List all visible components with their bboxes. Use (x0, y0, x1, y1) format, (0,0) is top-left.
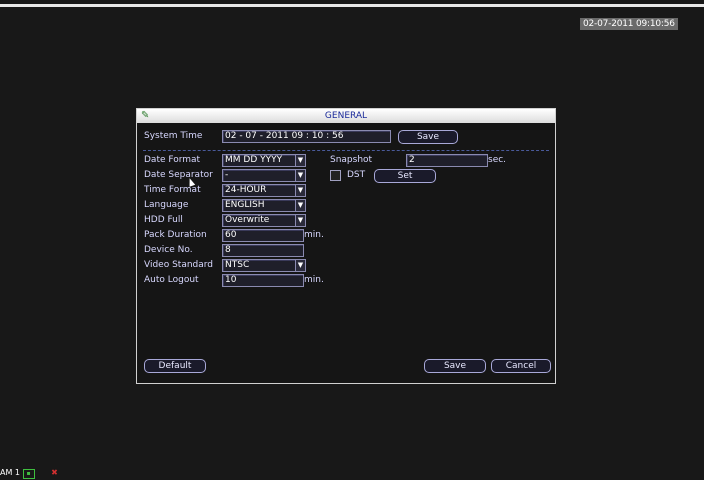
date-separator-select[interactable]: - ▼ (222, 169, 306, 182)
chevron-down-icon[interactable]: ▼ (295, 260, 305, 271)
pack-duration-input[interactable]: 60 (222, 229, 304, 242)
device-no-label: Device No. (144, 245, 193, 255)
hdd-full-label: HDD Full (144, 215, 183, 225)
chevron-down-icon[interactable]: ▼ (295, 215, 305, 226)
camera-status-bar: AM 1 ▪ ✖ (0, 468, 58, 479)
save-time-button[interactable]: Save (398, 130, 458, 144)
chevron-down-icon[interactable]: ▼ (295, 185, 305, 196)
system-time-input[interactable]: 02 - 07 - 2011 09 : 10 : 56 (222, 130, 391, 143)
recording-icon: ▪ (22, 469, 35, 479)
snapshot-unit: sec. (488, 155, 507, 165)
date-format-select[interactable]: MM DD YYYY ▼ (222, 154, 306, 167)
device-no-input[interactable]: 8 (222, 244, 304, 257)
time-format-value: 24-HOUR (225, 185, 267, 195)
time-format-label: Time Format (144, 185, 201, 195)
save-button[interactable]: Save (424, 359, 486, 373)
default-button[interactable]: Default (144, 359, 206, 373)
dst-label: DST (347, 170, 366, 180)
top-divider-line (0, 4, 704, 7)
video-standard-select[interactable]: NTSC ▼ (222, 259, 306, 272)
time-format-select[interactable]: 24-HOUR ▼ (222, 184, 306, 197)
video-standard-label: Video Standard (144, 260, 214, 270)
video-standard-value: NTSC (225, 260, 250, 270)
dst-set-button[interactable]: Set (374, 169, 436, 183)
cancel-button[interactable]: Cancel (491, 359, 551, 373)
general-settings-dialog: ✎ GENERAL System Time 02 - 07 - 2011 09 … (136, 108, 556, 384)
motion-alert-icon: ✖ (51, 468, 58, 477)
pack-duration-unit: min. (304, 230, 324, 240)
auto-logout-label: Auto Logout (144, 275, 199, 285)
snapshot-label: Snapshot (330, 155, 373, 165)
date-format-value: MM DD YYYY (225, 155, 283, 165)
hdd-full-value: Overwrite (225, 215, 270, 225)
pack-duration-label: Pack Duration (144, 230, 207, 240)
chevron-down-icon[interactable]: ▼ (295, 200, 305, 211)
system-time-label: System Time (144, 131, 203, 141)
chevron-down-icon[interactable]: ▼ (295, 170, 305, 181)
auto-logout-input[interactable]: 10 (222, 274, 304, 287)
system-clock: 02-07-2011 09:10:56 (580, 18, 678, 30)
date-separator-value: - (225, 170, 229, 180)
language-select[interactable]: ENGLISH ▼ (222, 199, 306, 212)
dst-checkbox[interactable] (330, 170, 341, 181)
date-format-label: Date Format (144, 155, 201, 165)
dialog-title: GENERAL (324, 111, 368, 121)
language-label: Language (144, 200, 189, 210)
dialog-titlebar: ✎ GENERAL (137, 109, 555, 123)
snapshot-input[interactable]: 2 (406, 154, 488, 167)
language-value: ENGLISH (225, 200, 265, 210)
camera-label: AM 1 (0, 468, 21, 477)
settings-icon: ✎ (141, 110, 150, 121)
section-separator (143, 150, 549, 151)
hdd-full-select[interactable]: Overwrite ▼ (222, 214, 306, 227)
auto-logout-unit: min. (304, 275, 324, 285)
chevron-down-icon[interactable]: ▼ (295, 155, 305, 166)
date-separator-label: Date Separator (144, 170, 213, 180)
